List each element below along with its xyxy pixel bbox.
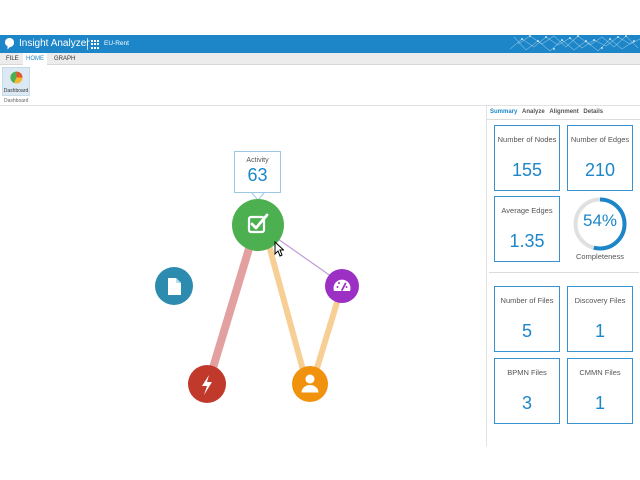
- card-label: CMMN Files: [579, 368, 621, 377]
- card-label: Number of Edges: [570, 135, 630, 144]
- app-title: Insight Analyzer: [19, 38, 90, 49]
- node-user[interactable]: [292, 366, 328, 402]
- card-discovery-files[interactable]: Discovery Files 1: [567, 286, 633, 352]
- panel-tabs: Summary Analyze Alignment Details: [490, 109, 606, 119]
- card-bpmn-files[interactable]: BPMN Files 3: [494, 358, 560, 424]
- edge-activity-event[interactable]: [205, 238, 255, 385]
- card-cmmn-files[interactable]: CMMN Files 1: [567, 358, 633, 424]
- menu-tab-file[interactable]: FILE: [6, 55, 19, 63]
- menu-bar: FILE HOME GRAPH: [0, 53, 640, 65]
- app-logo-icon: [5, 38, 14, 50]
- card-label: Average Edges: [501, 206, 553, 215]
- node-dashboard[interactable]: [325, 269, 359, 303]
- graph-canvas[interactable]: Activity 63: [0, 106, 486, 446]
- tab-details[interactable]: Details: [583, 109, 603, 115]
- card-number-of-edges[interactable]: Number of Edges 210: [567, 125, 633, 191]
- node-document[interactable]: [155, 267, 193, 305]
- tab-summary[interactable]: Summary: [490, 109, 517, 115]
- tooltip-label: Activity: [246, 157, 269, 164]
- card-label: Number of Nodes: [497, 135, 557, 144]
- app-window: Insight Analyzer EU-Rent FILE HOME GRAPH: [0, 0, 640, 480]
- card-label: BPMN Files: [507, 368, 547, 377]
- card-value: 1: [594, 321, 605, 341]
- panel-tabs-divider: [487, 119, 640, 120]
- summary-panel: Summary Analyze Alignment Details Number…: [486, 106, 640, 446]
- card-label: Discovery Files: [574, 296, 626, 305]
- title-bar: Insight Analyzer EU-Rent: [0, 35, 640, 53]
- tooltip-value: 63: [247, 165, 268, 185]
- card-number-of-files[interactable]: Number of Files 5: [494, 286, 560, 352]
- card-value: 5: [521, 321, 532, 341]
- completeness-label: Completeness: [576, 252, 624, 261]
- tab-alignment[interactable]: Alignment: [549, 109, 578, 115]
- card-value: 210: [584, 160, 616, 180]
- panel-divider: [489, 272, 639, 273]
- card-average-edges[interactable]: Average Edges 1.35: [494, 196, 560, 262]
- card-value: 155: [511, 160, 543, 180]
- network-pattern-decoration: [510, 35, 640, 52]
- ribbon: Dashboard Dashboard: [0, 65, 640, 106]
- menu-tab-home[interactable]: HOME: [23, 53, 47, 65]
- project-name[interactable]: EU-Rent: [104, 40, 129, 48]
- pie-chart-icon: [10, 71, 23, 84]
- node-tooltip: Activity 63: [234, 151, 281, 193]
- card-value: 3: [521, 393, 532, 413]
- edge-activity-user[interactable]: [265, 239, 309, 384]
- dashboard-button-label: Dashboard: [3, 88, 29, 94]
- completeness-value: 54%: [582, 211, 618, 230]
- card-number-of-nodes[interactable]: Number of Nodes 155: [494, 125, 560, 191]
- ribbon-group-label: Dashboard: [4, 98, 29, 104]
- tab-analyze[interactable]: Analyze: [522, 109, 545, 115]
- menu-tab-graph[interactable]: GRAPH: [54, 55, 75, 63]
- title-separator: [87, 38, 88, 50]
- apps-grid-icon[interactable]: [91, 40, 100, 49]
- card-value: 1: [594, 393, 605, 413]
- card-label: Number of Files: [500, 296, 554, 305]
- node-event[interactable]: [188, 365, 226, 403]
- dashboard-button[interactable]: Dashboard: [2, 67, 30, 96]
- card-value: 1.35: [509, 231, 545, 251]
- edge-activity-dashboard[interactable]: [277, 238, 336, 280]
- mouse-cursor-icon: [274, 241, 284, 257]
- completeness-gauge[interactable]: 54% Completeness: [571, 195, 629, 261]
